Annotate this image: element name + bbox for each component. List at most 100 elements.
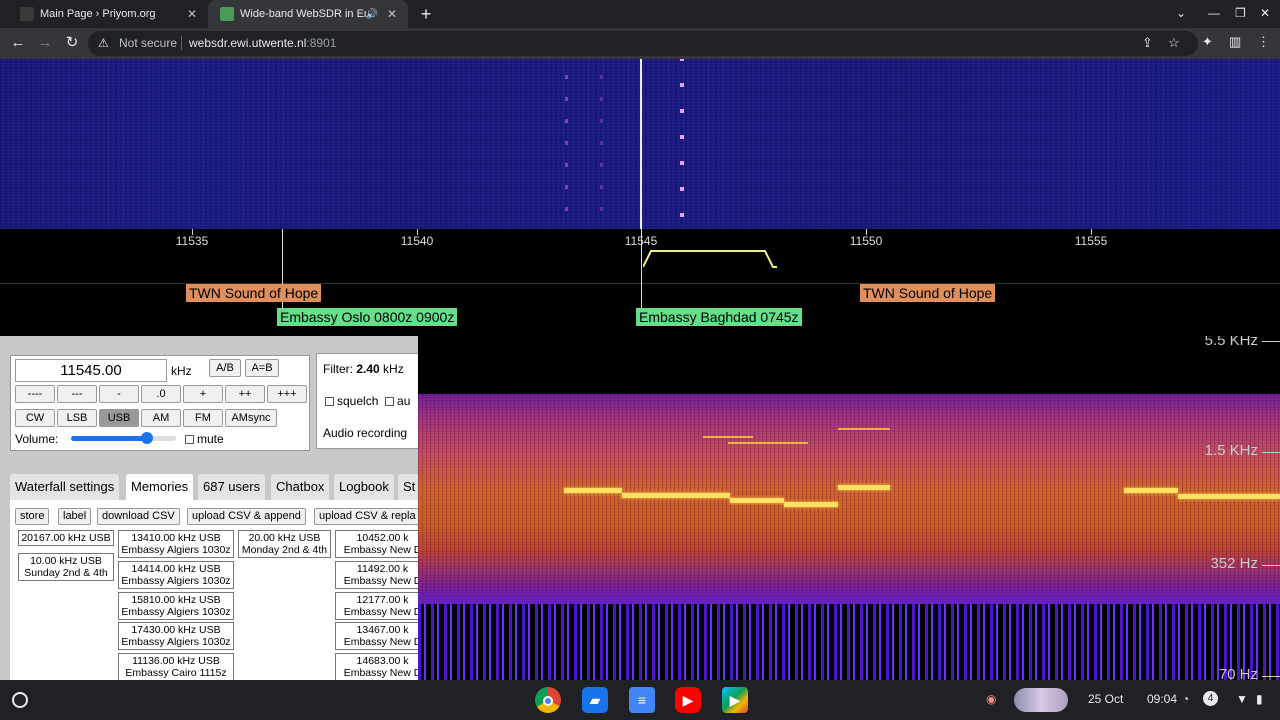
spectrogram-tone bbox=[728, 442, 808, 444]
upload-csv-append-button[interactable]: upload CSV & append bbox=[187, 508, 306, 525]
new-tab-button[interactable]: + bbox=[416, 4, 436, 24]
step-minus-2-button[interactable]: --- bbox=[57, 385, 97, 403]
tab-chatbox[interactable]: Chatbox bbox=[271, 474, 330, 500]
memory-entry[interactable]: 10.00 kHz USB Sunday 2nd & 4th bbox=[18, 553, 114, 581]
youtube-icon[interactable]: ▶ bbox=[675, 687, 701, 713]
screen-record-icon[interactable]: ◉ bbox=[986, 692, 996, 706]
checkbox-icon[interactable] bbox=[325, 397, 334, 407]
share-icon[interactable]: ⇪ bbox=[1142, 35, 1153, 51]
volume-slider[interactable] bbox=[71, 432, 176, 444]
station-label[interactable]: Embassy Oslo 0800z 0900z bbox=[277, 308, 458, 326]
memory-entry[interactable]: 13467.00 k Embassy New D bbox=[335, 622, 418, 650]
url-text: websdr.ewi.utwente.nl:8901 bbox=[189, 36, 336, 50]
memory-entry[interactable]: 11492.00 k Embassy New D bbox=[335, 561, 418, 589]
download-csv-button[interactable]: download CSV bbox=[97, 508, 180, 525]
launcher-icon[interactable] bbox=[12, 692, 28, 708]
a-equals-b-button[interactable]: A=B bbox=[245, 359, 279, 377]
extensions-icon[interactable]: ✦ bbox=[1202, 34, 1213, 50]
frequency-input[interactable]: 11545.00 bbox=[15, 359, 167, 382]
memory-entry[interactable]: 20.00 kHz USB Monday 2nd & 4th bbox=[238, 530, 331, 558]
avatar[interactable] bbox=[1014, 688, 1068, 712]
tab-memories[interactable]: Memories bbox=[126, 474, 194, 500]
wifi-icon[interactable]: ▼ bbox=[1236, 692, 1248, 706]
upload-csv-replace-button[interactable]: upload CSV & repla bbox=[314, 508, 418, 525]
play-store-icon[interactable]: ▶ bbox=[722, 687, 748, 713]
docs-icon[interactable]: ≡ bbox=[629, 687, 655, 713]
chrome-icon[interactable] bbox=[535, 687, 561, 713]
spectrogram-tone bbox=[622, 493, 730, 498]
tab-stats[interactable]: St bbox=[398, 474, 418, 500]
ab-button[interactable]: A/B bbox=[209, 359, 241, 377]
frequency-scale[interactable]: 11535 11540 11545 11550 11555 bbox=[0, 229, 1280, 284]
browser-tab-priyom[interactable]: Main Page › Priyom.org ✕ bbox=[8, 0, 208, 28]
mute-checkbox[interactable]: mute bbox=[185, 432, 224, 446]
back-icon[interactable]: ← bbox=[8, 33, 28, 53]
memory-freq: 14683.00 k bbox=[356, 655, 409, 667]
station-label[interactable]: TWN Sound of Hope bbox=[186, 284, 322, 302]
date-label[interactable]: 25 Oct bbox=[1088, 692, 1123, 706]
warning-icon[interactable]: ⚠ bbox=[98, 36, 109, 50]
memory-entry[interactable]: 15810.00 kHz USB Embassy Algiers 1030z bbox=[118, 592, 234, 620]
side-panel-icon[interactable]: ▥ bbox=[1229, 34, 1241, 50]
label-button[interactable]: label bbox=[58, 508, 92, 525]
memory-entry[interactable]: 11136.00 kHz USB Embassy Cairo 1115z bbox=[118, 653, 234, 680]
step-zero-button[interactable]: .0 bbox=[141, 385, 181, 403]
mute-label: mute bbox=[197, 432, 224, 446]
tab-users[interactable]: 687 users bbox=[198, 474, 266, 500]
browser-tab-websdr[interactable]: Wide-band WebSDR in Ensch 🔊 ✕ bbox=[208, 0, 408, 28]
bookmark-star-icon[interactable]: ☆ bbox=[1168, 35, 1180, 51]
close-tab-icon[interactable]: ✕ bbox=[184, 7, 200, 21]
memory-label: Embassy Algiers 1030z bbox=[121, 636, 231, 648]
forward-icon[interactable]: → bbox=[35, 33, 55, 53]
memory-entry[interactable]: 10452.00 k Embassy New D bbox=[335, 530, 418, 558]
mode-fm-button[interactable]: FM bbox=[183, 409, 223, 427]
mode-cw-button[interactable]: CW bbox=[15, 409, 55, 427]
step-minus-3-button[interactable]: ---- bbox=[15, 385, 55, 403]
tab-logbook[interactable]: Logbook bbox=[334, 474, 394, 500]
files-icon[interactable]: ▰ bbox=[582, 687, 608, 713]
store-button[interactable]: store bbox=[15, 508, 50, 525]
minimize-icon[interactable]: — bbox=[1208, 6, 1220, 20]
waterfall-display[interactable] bbox=[0, 59, 1280, 229]
step-plus-1-button[interactable]: + bbox=[183, 385, 223, 403]
volume-knob[interactable] bbox=[140, 432, 153, 444]
filter-unit: kHz bbox=[383, 362, 404, 376]
step-plus-2-button[interactable]: ++ bbox=[225, 385, 265, 403]
do-not-disturb-icon[interactable]: ◔ bbox=[1182, 692, 1189, 706]
step-minus-1-button[interactable]: - bbox=[99, 385, 139, 403]
passband-indicator[interactable] bbox=[643, 249, 778, 269]
battery-icon[interactable]: ▮ bbox=[1256, 692, 1263, 706]
tab-waterfall-settings[interactable]: Waterfall settings bbox=[10, 474, 120, 500]
reload-icon[interactable]: ↻ bbox=[62, 33, 82, 53]
station-label[interactable]: TWN Sound of Hope bbox=[860, 284, 996, 302]
maximize-icon[interactable]: ❐ bbox=[1235, 6, 1246, 20]
step-plus-3-button[interactable]: +++ bbox=[267, 385, 307, 403]
frequency-unit: kHz bbox=[171, 364, 192, 378]
memory-entry[interactable]: 12177.00 k Embassy New D bbox=[335, 592, 418, 620]
mode-lsb-button[interactable]: LSB bbox=[57, 409, 97, 427]
memory-entry[interactable]: 13410.00 kHz USB Embassy Algiers 1030z bbox=[118, 530, 234, 558]
tab-search-icon[interactable]: ⌄ bbox=[1176, 6, 1186, 20]
speaker-icon[interactable]: 🔊 bbox=[366, 9, 378, 20]
memory-entry[interactable]: 20167.00 kHz USB bbox=[18, 530, 114, 546]
spectrogram-axis-label: 1.5 KHz bbox=[1204, 442, 1258, 459]
mode-usb-button[interactable]: USB bbox=[99, 409, 139, 427]
memory-entry[interactable]: 14683.00 k Embassy New D bbox=[335, 653, 418, 680]
checkbox-icon[interactable] bbox=[185, 435, 194, 445]
close-window-icon[interactable]: ✕ bbox=[1260, 6, 1270, 20]
spectrogram-axis-label: 5.5 KHz bbox=[1204, 336, 1258, 349]
menu-icon[interactable]: ⋮ bbox=[1257, 34, 1270, 50]
address-bar[interactable]: ⚠ Not secure websdr.ewi.utwente.nl:8901 … bbox=[88, 31, 1198, 56]
station-labels: TWN Sound of Hope Embassy Oslo 0800z 090… bbox=[0, 229, 1280, 336]
close-tab-icon[interactable]: ✕ bbox=[384, 7, 400, 21]
mode-am-button[interactable]: AM bbox=[141, 409, 181, 427]
memory-entry[interactable]: 14414.00 kHz USB Embassy Algiers 1030z bbox=[118, 561, 234, 589]
time-label[interactable]: 09:04 bbox=[1147, 692, 1177, 706]
notification-badge[interactable]: 4 bbox=[1203, 691, 1218, 706]
memory-entry[interactable]: 17430.00 kHz USB Embassy Algiers 1030z bbox=[118, 622, 234, 650]
squelch-checkbox[interactable]: squelch au bbox=[325, 394, 410, 408]
websdr-favicon-icon bbox=[220, 7, 234, 21]
station-label[interactable]: Embassy Baghdad 0745z bbox=[636, 308, 802, 326]
mode-amsync-button[interactable]: AMsync bbox=[225, 409, 277, 427]
checkbox-icon[interactable] bbox=[385, 397, 395, 407]
